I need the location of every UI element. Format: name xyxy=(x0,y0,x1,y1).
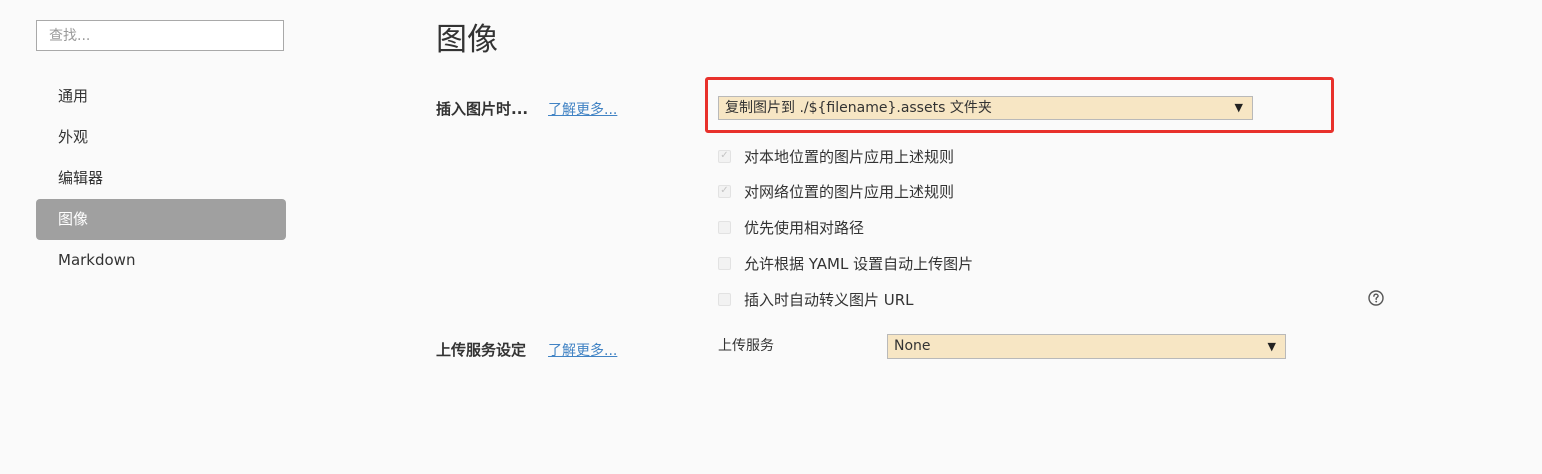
yaml-upload-checkbox[interactable] xyxy=(718,256,731,270)
select-value: None xyxy=(894,338,931,354)
checkmark-icon: ✓ xyxy=(720,150,729,161)
preferences-window: 通用 外观 编辑器 图像 Markdown 图像 插入图片时... 了解更多..… xyxy=(0,0,1542,474)
select-value: 复制图片到 ./${filename}.assets 文件夹 xyxy=(725,100,992,116)
sidebar-item-label: 图像 xyxy=(58,210,89,228)
sidebar-item-label: 通用 xyxy=(58,87,89,105)
search-input[interactable] xyxy=(36,20,284,51)
checkbox-row-local-images: ✓ 对本地位置的图片应用上述规则 xyxy=(718,145,954,167)
checkbox-row-escape-url: 插入时自动转义图片 URL xyxy=(718,288,914,310)
sidebar-item-label: 编辑器 xyxy=(58,169,104,187)
apply-network-checkbox[interactable]: ✓ xyxy=(718,184,731,198)
sidebar-item-image[interactable]: 图像 xyxy=(36,199,286,240)
question-circle-icon[interactable] xyxy=(1368,290,1384,306)
upload-service-select[interactable]: None ▼ xyxy=(887,334,1286,359)
caret-down-icon: ▼ xyxy=(1234,101,1243,114)
sidebar-item-label: 外观 xyxy=(58,128,89,146)
sidebar-item-general[interactable]: 通用 xyxy=(36,76,286,117)
checkbox-row-relative-path: 优先使用相对路径 xyxy=(718,216,864,238)
upload-section-label: 上传服务设定 xyxy=(436,341,527,359)
upload-learn-more-link[interactable]: 了解更多... xyxy=(548,340,617,360)
escape-url-checkbox[interactable] xyxy=(718,292,731,306)
sidebar-item-editor[interactable]: 编辑器 xyxy=(36,158,286,199)
relative-path-checkbox[interactable] xyxy=(718,220,731,234)
page-title: 图像 xyxy=(436,22,498,58)
checkbox-row-network-images: ✓ 对网络位置的图片应用上述规则 xyxy=(718,180,954,202)
checkbox-row-yaml-upload: 允许根据 YAML 设置自动上传图片 xyxy=(718,252,973,274)
checkbox-label: 对本地位置的图片应用上述规则 xyxy=(744,147,955,166)
sidebar-item-appearance[interactable]: 外观 xyxy=(36,117,286,158)
upload-service-label: 上传服务 xyxy=(718,338,774,354)
insert-image-learn-more-link[interactable]: 了解更多... xyxy=(548,99,617,119)
checkbox-label: 对网络位置的图片应用上述规则 xyxy=(744,182,955,201)
insert-image-section-label: 插入图片时... xyxy=(436,100,529,118)
apply-local-checkbox[interactable]: ✓ xyxy=(718,149,731,163)
checkbox-label: 优先使用相对路径 xyxy=(744,218,865,237)
caret-down-icon: ▼ xyxy=(1267,340,1276,353)
insert-image-action-select[interactable]: 复制图片到 ./${filename}.assets 文件夹 ▼ xyxy=(718,96,1253,120)
sidebar-item-markdown[interactable]: Markdown xyxy=(36,240,286,281)
sidebar-nav: 通用 外观 编辑器 图像 Markdown xyxy=(36,76,286,281)
sidebar-item-label: Markdown xyxy=(58,251,136,269)
checkmark-icon: ✓ xyxy=(720,185,729,196)
checkbox-label: 允许根据 YAML 设置自动上传图片 xyxy=(744,254,974,273)
checkbox-label: 插入时自动转义图片 URL xyxy=(744,290,914,309)
